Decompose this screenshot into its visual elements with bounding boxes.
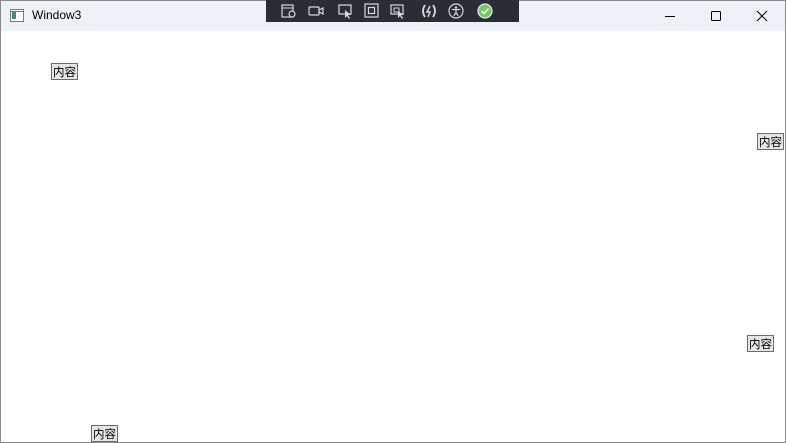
track-focus-button[interactable] — [388, 2, 408, 20]
select-element-icon — [338, 4, 352, 19]
app-window-icon — [10, 9, 24, 22]
track-focus-icon — [390, 4, 404, 19]
content-label: 内容 — [747, 335, 774, 352]
live-visual-tree-icon — [281, 4, 296, 18]
record-icon — [308, 6, 324, 16]
content-label: 内容 — [51, 63, 78, 80]
maximize-icon — [711, 11, 721, 21]
live-visual-tree-button[interactable] — [279, 2, 299, 20]
window-title: Window3 — [32, 8, 82, 22]
display-layout-adorners-button[interactable] — [362, 2, 382, 20]
check-icon — [477, 3, 493, 19]
hot-reload-button[interactable] — [419, 2, 439, 20]
binding-check-button[interactable] — [475, 2, 495, 20]
hot-reload-icon — [422, 4, 436, 18]
debug-toolbar — [266, 0, 519, 22]
accessibility-button[interactable] — [446, 2, 466, 20]
record-button[interactable] — [306, 2, 326, 20]
minimize-icon — [665, 16, 675, 17]
maximize-button[interactable] — [693, 1, 739, 31]
display-layout-adorners-icon — [364, 3, 379, 18]
content-label: 内容 — [91, 425, 118, 442]
app-window: Window3 内容 内容 内容 内容 — [0, 0, 786, 443]
minimize-button[interactable] — [647, 1, 693, 31]
close-button[interactable] — [739, 1, 785, 31]
select-element-button[interactable] — [336, 2, 356, 20]
close-icon — [756, 10, 768, 22]
accessibility-icon — [448, 3, 464, 19]
content-label: 内容 — [757, 133, 784, 150]
